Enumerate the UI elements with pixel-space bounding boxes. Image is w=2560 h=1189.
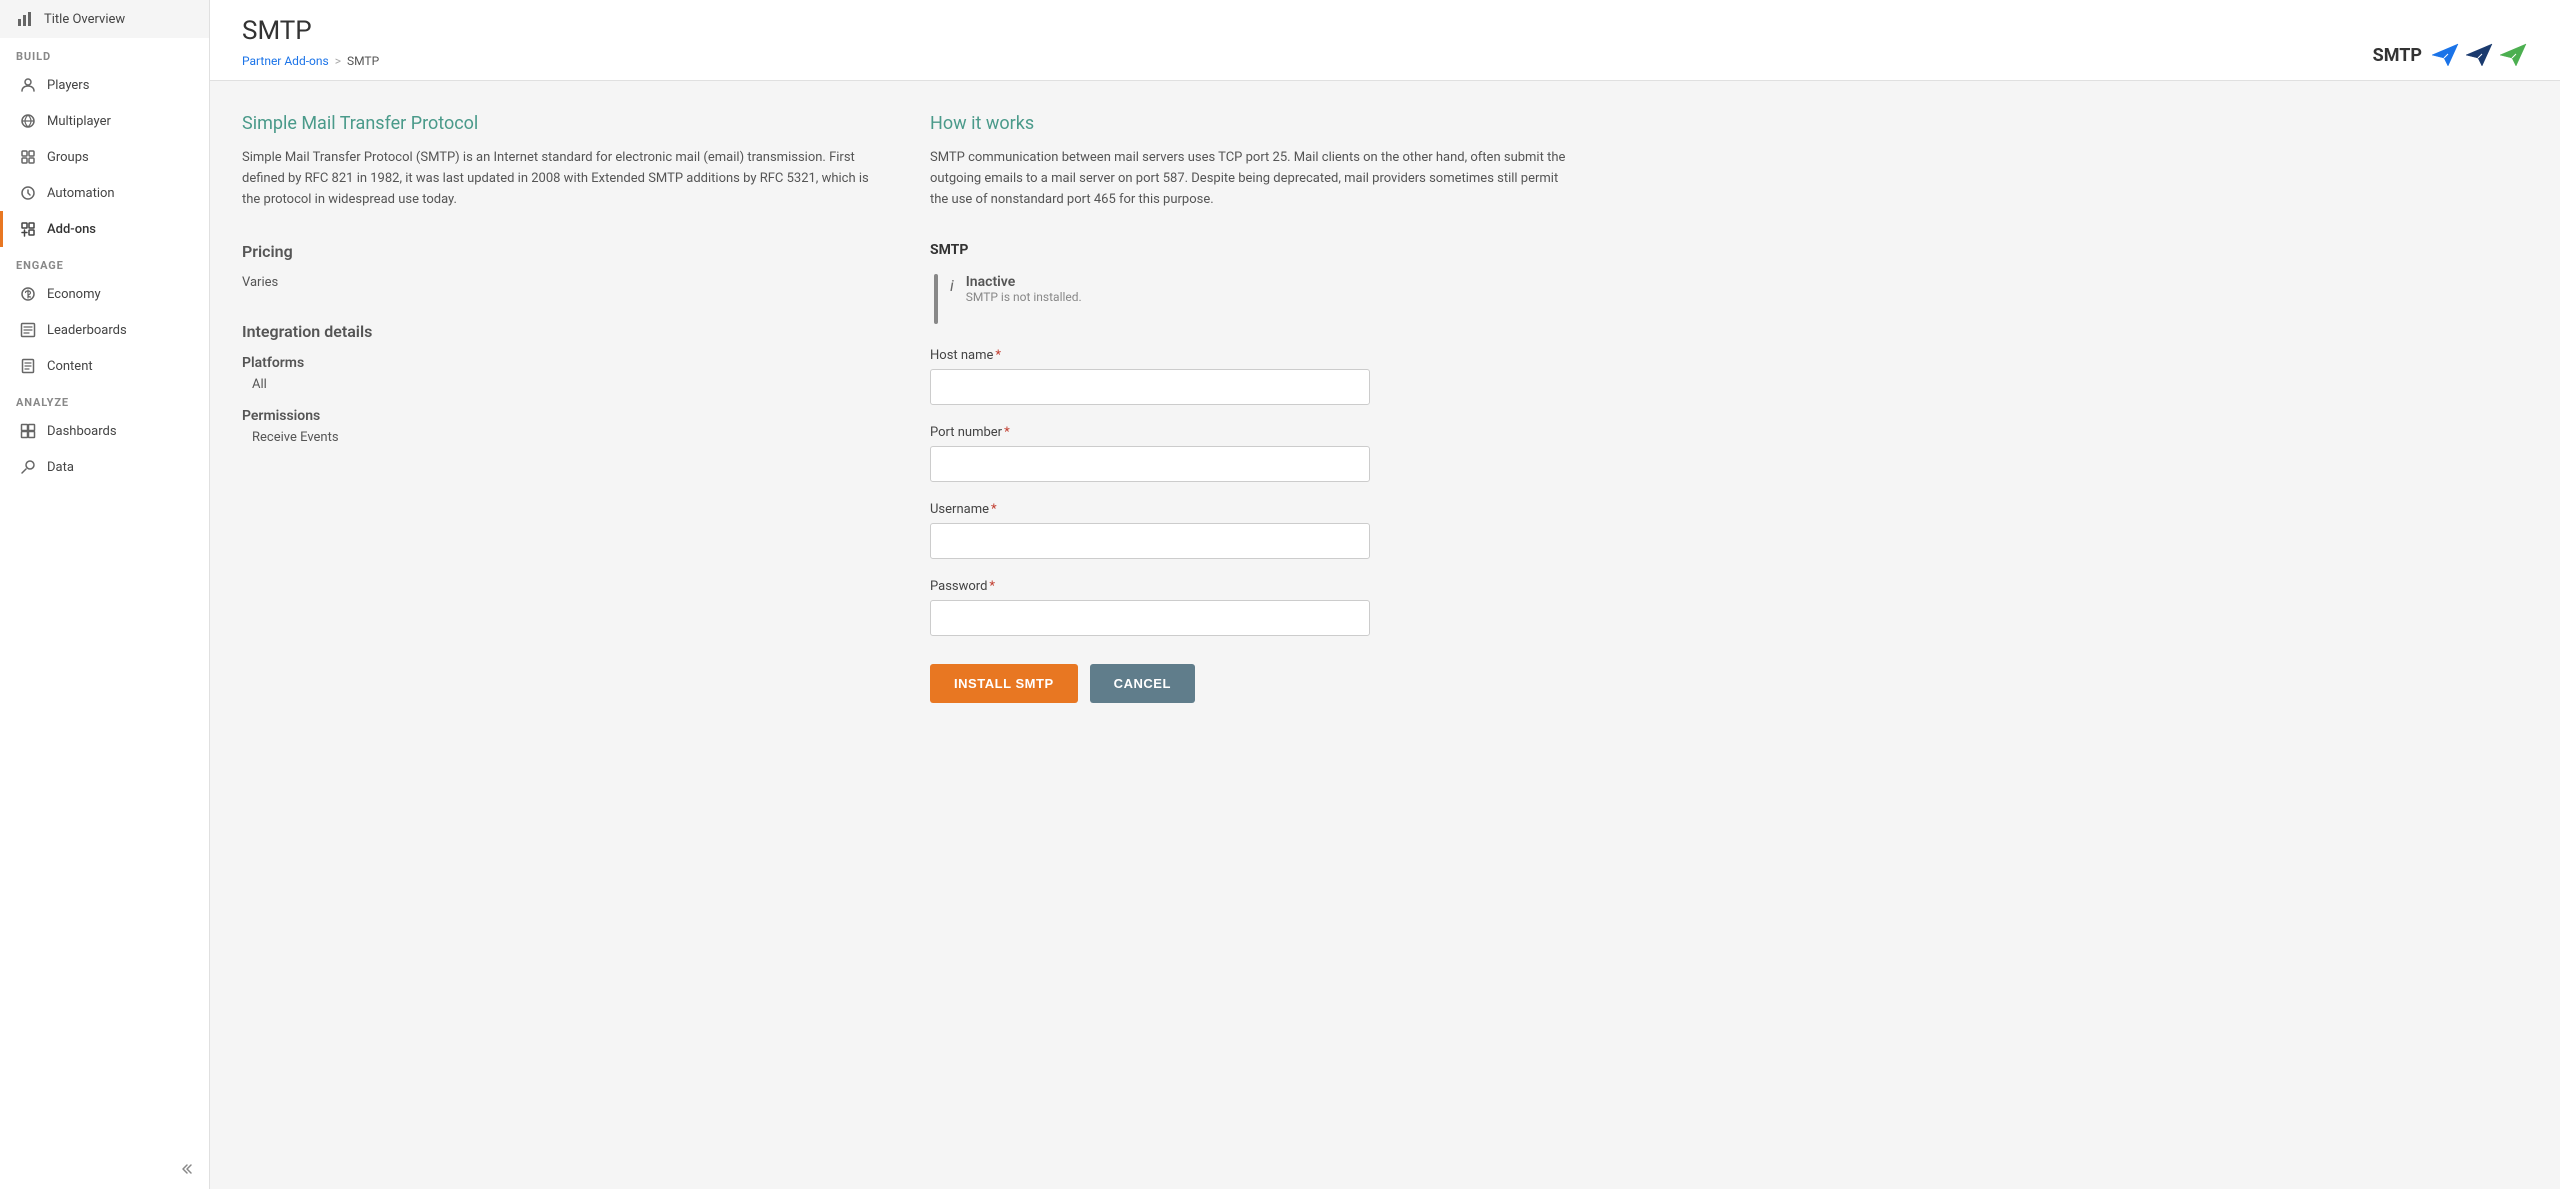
sidebar-item-economy[interactable]: Economy — [0, 276, 209, 312]
left-panel: Simple Mail Transfer Protocol Simple Mai… — [242, 113, 890, 703]
data-icon — [19, 458, 37, 476]
main-content: SMTP Partner Add-ons > SMTP SMTP — [210, 0, 2560, 1189]
pricing-value: Varies — [242, 275, 890, 290]
sidebar-section-analyze: ANALYZE — [0, 384, 209, 413]
players-icon — [19, 76, 37, 94]
status-title: Inactive — [966, 274, 1082, 290]
sidebar: Title Overview BUILD Players Multiplayer — [0, 0, 210, 1189]
header-left: SMTP Partner Add-ons > SMTP — [242, 16, 379, 80]
description-title: Simple Mail Transfer Protocol — [242, 113, 890, 134]
username-input[interactable] — [930, 523, 1370, 559]
port-number-label: Port number* — [930, 425, 1578, 440]
sidebar-item-multiplayer[interactable]: Multiplayer — [0, 103, 209, 139]
username-required: * — [991, 502, 997, 517]
breadcrumb-separator: > — [335, 54, 341, 68]
smtp-form-section: SMTP i Inactive SMTP is not installed. H… — [930, 242, 1578, 703]
status-bar-line — [934, 274, 938, 324]
smtp-logo: SMTP — [2373, 42, 2528, 80]
username-label: Username* — [930, 502, 1578, 517]
smtp-section-label: SMTP — [930, 242, 1578, 258]
username-group: Username* — [930, 502, 1578, 559]
password-required: * — [989, 579, 995, 594]
pricing-section: Pricing Varies — [242, 242, 890, 290]
platforms-value: All — [242, 377, 890, 392]
groups-label: Groups — [47, 150, 89, 165]
permissions-value: Receive Events — [242, 430, 890, 445]
addons-icon — [19, 220, 37, 238]
sidebar-collapse-button[interactable] — [0, 1149, 209, 1189]
plane-green-icon — [2498, 42, 2528, 68]
sidebar-item-data[interactable]: Data — [0, 449, 209, 485]
content-icon — [19, 357, 37, 375]
platforms-label: Platforms — [242, 355, 890, 371]
integration-section: Integration details Platforms All Permis… — [242, 322, 890, 445]
how-it-works-text: SMTP communication between mail servers … — [930, 148, 1578, 210]
sidebar-item-players[interactable]: Players — [0, 67, 209, 103]
port-number-group: Port number* — [930, 425, 1578, 482]
economy-icon — [19, 285, 37, 303]
pricing-title: Pricing — [242, 242, 890, 261]
port-number-required: * — [1004, 425, 1010, 440]
info-icon: i — [950, 276, 954, 295]
players-label: Players — [47, 78, 89, 93]
addons-label: Add-ons — [47, 222, 96, 237]
page-title: SMTP — [242, 16, 379, 46]
sidebar-title-overview[interactable]: Title Overview — [0, 0, 209, 38]
status-bar: i Inactive SMTP is not installed. — [930, 274, 1578, 324]
bar-chart-icon — [16, 10, 34, 28]
sidebar-section-build: BUILD — [0, 38, 209, 67]
leaderboards-icon — [19, 321, 37, 339]
sidebar-item-automation[interactable]: Automation — [0, 175, 209, 211]
title-overview-label: Title Overview — [44, 12, 125, 27]
integration-title: Integration details — [242, 322, 890, 341]
how-it-works-section: How it works SMTP communication between … — [930, 113, 1578, 210]
sidebar-item-addons[interactable]: Add-ons — [0, 211, 209, 247]
host-name-group: Host name* — [930, 348, 1578, 405]
breadcrumb-parent[interactable]: Partner Add-ons — [242, 54, 329, 68]
status-description: SMTP is not installed. — [966, 290, 1082, 304]
cancel-button[interactable]: CANCEL — [1090, 664, 1195, 703]
sidebar-item-groups[interactable]: Groups — [0, 139, 209, 175]
leaderboards-label: Leaderboards — [47, 323, 127, 338]
right-panel: How it works SMTP communication between … — [930, 113, 1578, 703]
plane-darkblue-icon — [2464, 42, 2494, 68]
host-name-required: * — [995, 348, 1001, 363]
economy-label: Economy — [47, 287, 101, 302]
password-input[interactable] — [930, 600, 1370, 636]
automation-icon — [19, 184, 37, 202]
sidebar-item-content[interactable]: Content — [0, 348, 209, 384]
page-header: SMTP Partner Add-ons > SMTP SMTP — [210, 0, 2560, 81]
host-name-label: Host name* — [930, 348, 1578, 363]
dashboards-label: Dashboards — [47, 424, 117, 439]
data-label: Data — [47, 460, 74, 475]
port-number-input[interactable] — [930, 446, 1370, 482]
host-name-input[interactable] — [930, 369, 1370, 405]
content-label: Content — [47, 359, 93, 374]
how-it-works-title: How it works — [930, 113, 1578, 134]
multiplayer-label: Multiplayer — [47, 114, 111, 129]
sidebar-item-leaderboards[interactable]: Leaderboards — [0, 312, 209, 348]
description-text: Simple Mail Transfer Protocol (SMTP) is … — [242, 148, 890, 210]
breadcrumb-current: SMTP — [347, 54, 379, 68]
dashboards-icon — [19, 422, 37, 440]
page-body: Simple Mail Transfer Protocol Simple Mai… — [210, 81, 1610, 735]
install-smtp-button[interactable]: INSTALL SMTP — [930, 664, 1078, 703]
sidebar-section-engage: ENGAGE — [0, 247, 209, 276]
groups-icon — [19, 148, 37, 166]
automation-label: Automation — [47, 186, 115, 201]
sidebar-item-dashboards[interactable]: Dashboards — [0, 413, 209, 449]
breadcrumb: Partner Add-ons > SMTP — [242, 54, 379, 80]
password-label: Password* — [930, 579, 1578, 594]
smtp-logo-text: SMTP — [2373, 45, 2422, 66]
description-section: Simple Mail Transfer Protocol Simple Mai… — [242, 113, 890, 210]
permissions-label: Permissions — [242, 408, 890, 424]
status-bar-content: Inactive SMTP is not installed. — [966, 274, 1082, 304]
plane-blue-icon — [2430, 42, 2460, 68]
form-actions: INSTALL SMTP CANCEL — [930, 664, 1578, 703]
multiplayer-icon — [19, 112, 37, 130]
password-group: Password* — [930, 579, 1578, 636]
